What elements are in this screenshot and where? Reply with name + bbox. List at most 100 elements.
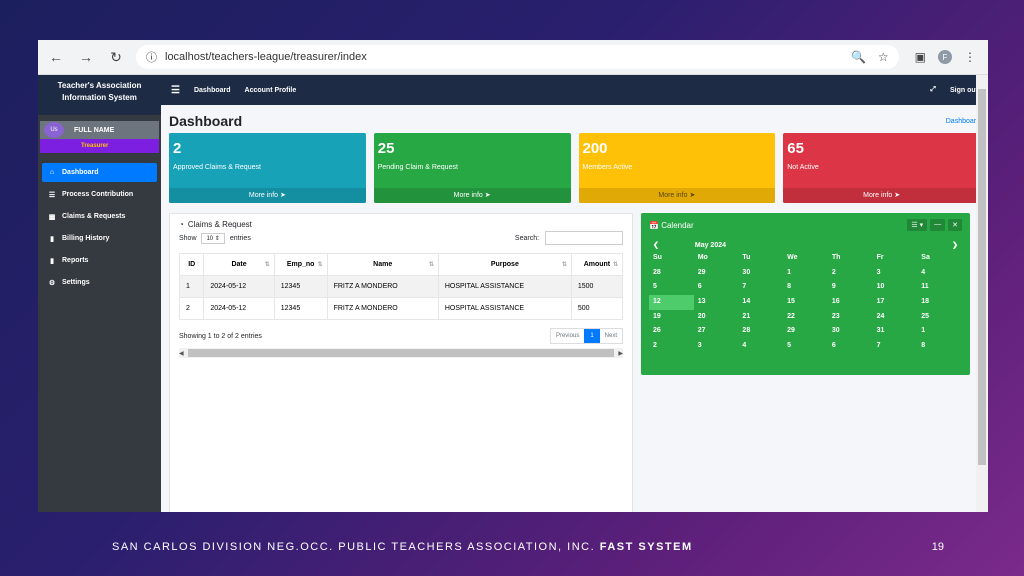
calendar-day[interactable]: 7 (738, 280, 783, 295)
extensions-icon[interactable]: ▣ (915, 50, 926, 64)
calendar-day[interactable]: 13 (694, 295, 739, 310)
calendar-day[interactable]: 5 (649, 280, 694, 295)
scroll-right-icon[interactable]: ▶ (618, 350, 623, 357)
brand[interactable]: Teacher's Association Information System (38, 75, 161, 115)
calendar-day[interactable]: 26 (649, 324, 694, 339)
calendar-day[interactable]: 18 (917, 295, 962, 310)
zoom-icon[interactable]: 🔍 (851, 50, 866, 64)
calendar-day[interactable]: 25 (917, 310, 962, 325)
calendar-day[interactable]: 15 (783, 295, 828, 310)
user-panel[interactable]: Us FULL NAME Treasurer (40, 121, 159, 153)
calendar-day[interactable]: 4 (738, 339, 783, 354)
calendar-day[interactable]: 17 (873, 295, 918, 310)
calendar-day[interactable]: 2 (649, 339, 694, 354)
calendar-day[interactable]: 6 (694, 280, 739, 295)
column-header-purpose[interactable]: Purpose ⇅ (437, 253, 572, 276)
reload-icon[interactable]: ↻ (106, 47, 126, 67)
more-info-link[interactable]: More info ➤ (169, 188, 366, 203)
sidebar-item-process-contribution[interactable]: ☰ Process Contribution (42, 185, 157, 204)
hamburger-icon[interactable]: ☰ (171, 85, 180, 96)
vertical-scrollbar[interactable] (976, 75, 988, 512)
calendar-day[interactable]: 21 (738, 310, 783, 325)
calendar-day[interactable]: 8 (917, 339, 962, 354)
calendar-day[interactable]: 19 (649, 310, 694, 325)
calendar-day[interactable]: 29 (694, 266, 739, 281)
collapse-button[interactable]: — (930, 219, 946, 231)
calendar-day[interactable]: 31 (873, 324, 918, 339)
pagination: Previous 1 Next (549, 328, 623, 344)
column-header-name[interactable]: Name ⇅ (326, 253, 439, 276)
menu-kebab-icon[interactable]: ⋮ (964, 50, 976, 64)
close-button[interactable]: ✕ (948, 219, 962, 231)
next-button[interactable]: Next (600, 329, 622, 343)
horizontal-scrollbar[interactable]: ◀ ▶ (179, 348, 623, 358)
calendar-day[interactable]: 23 (828, 310, 873, 325)
browser-toolbar: ← → ↻ ⓘ localhost/teachers-league/treasu… (38, 40, 988, 75)
sign-out-link[interactable]: Sign out (950, 87, 978, 94)
more-info-link[interactable]: More info ➤ (783, 188, 980, 203)
next-month-icon[interactable]: ❯ (952, 241, 958, 249)
box-value: 25 (377, 140, 395, 157)
arrow-circle-right-icon: ➤ (689, 192, 696, 199)
calendar-day[interactable]: 9 (828, 280, 873, 295)
pending-claims-box: 25 Pending Claim & Request More info ➤ (373, 133, 571, 203)
address-bar[interactable]: ⓘ localhost/teachers-league/treasurer/in… (136, 45, 899, 69)
calendar-day[interactable]: 4 (917, 266, 962, 281)
column-header-emp-no[interactable]: Emp_no ⇅ (273, 253, 328, 276)
page-button[interactable]: 1 (584, 329, 600, 343)
card-title: Claims & Request (187, 220, 252, 229)
sidebar-item-claims-requests[interactable]: ▩ Claims & Requests (42, 207, 157, 226)
forward-icon[interactable]: → (76, 47, 96, 67)
column-header-amount[interactable]: Amount ⇅ (570, 253, 624, 276)
slide-caption: SAN CARLOS DIVISION NEG.OCC. PUBLIC TEAC… (112, 541, 693, 553)
calendar-day[interactable]: 27 (694, 324, 739, 339)
calendar-day[interactable]: 24 (873, 310, 918, 325)
calendar-day[interactable]: 30 (738, 266, 783, 281)
breadcrumb[interactable]: Dashboard (946, 118, 980, 125)
calendar-day[interactable]: 20 (694, 310, 739, 325)
calendar-day[interactable]: 30 (828, 324, 873, 339)
calendar-day[interactable]: 5 (783, 339, 828, 354)
box-label: Pending Claim & Request (377, 164, 458, 171)
profile-avatar[interactable]: F (938, 50, 952, 64)
calendar-day[interactable]: 2 (828, 266, 873, 281)
calendar-day[interactable]: 12 (649, 295, 694, 310)
calendar-day[interactable]: 11 (917, 280, 962, 295)
fullscreen-icon[interactable]: ⤢ (930, 86, 936, 94)
calendar-day[interactable]: 28 (738, 324, 783, 339)
sidebar-nav: ⌂ Dashboard ☰ Process Contribution ▩ Cla… (38, 163, 161, 292)
calendar-day[interactable]: 28 (649, 266, 694, 281)
topnav-account-profile-link[interactable]: Account Profile (245, 87, 297, 94)
box-label: Approved Claims & Request (173, 164, 261, 171)
previous-button[interactable]: Previous (551, 329, 584, 343)
calendar-day[interactable]: 8 (783, 280, 828, 295)
calendar-day[interactable]: 3 (873, 266, 918, 281)
calendar-day[interactable]: 16 (828, 295, 873, 310)
site-info-icon[interactable]: ⓘ (146, 49, 157, 65)
sidebar-item-reports[interactable]: ▮ Reports (42, 251, 157, 270)
search-input[interactable] (545, 231, 623, 245)
calendar-day[interactable]: 1 (917, 324, 962, 339)
calendar-day[interactable]: 1 (783, 266, 828, 281)
calendar-day[interactable]: 10 (873, 280, 918, 295)
calendar-day[interactable]: 6 (828, 339, 873, 354)
sidebar-item-billing-history[interactable]: ▮ Billing History (42, 229, 157, 248)
sidebar-item-settings[interactable]: ⚙ Settings (42, 273, 157, 292)
sidebar-item-dashboard[interactable]: ⌂ Dashboard (42, 163, 157, 182)
more-info-link[interactable]: More info ➤ (578, 188, 776, 203)
column-header-id[interactable]: ID ↑ (178, 253, 205, 276)
topnav-dashboard-link[interactable]: Dashboard (194, 87, 231, 94)
calendar-day[interactable]: 7 (873, 339, 918, 354)
calendar-day[interactable]: 14 (738, 295, 783, 310)
bookmark-star-icon[interactable]: ☆ (878, 50, 889, 64)
calendar-month[interactable]: May 2024 (659, 242, 952, 249)
entries-select[interactable]: 10 ⇕ (201, 232, 225, 244)
calendar-day[interactable]: 3 (694, 339, 739, 354)
calendar-menu-button[interactable]: ☰ ▾ (907, 219, 928, 231)
column-header-date[interactable]: Date ⇅ (203, 253, 275, 276)
back-icon[interactable]: ← (46, 47, 66, 67)
more-info-link[interactable]: More info ➤ (373, 188, 571, 203)
scroll-left-icon[interactable]: ◀ (179, 350, 184, 357)
calendar-day[interactable]: 29 (783, 324, 828, 339)
calendar-day[interactable]: 22 (783, 310, 828, 325)
